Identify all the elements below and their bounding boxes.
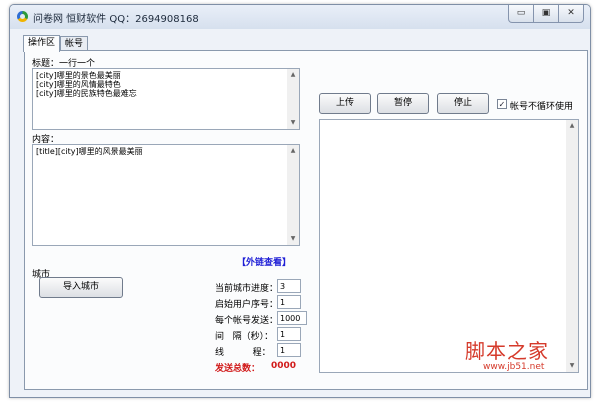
- field-label-interval: 间 隔（秒）：: [215, 332, 274, 342]
- scroll-up-icon[interactable]: ▲: [566, 120, 578, 132]
- total-sent-value: 0000: [271, 361, 297, 371]
- tab-accounts[interactable]: 帐号: [60, 36, 89, 51]
- per-account-field[interactable]: 1000: [277, 311, 307, 325]
- scroll-down-icon[interactable]: ▼: [566, 360, 578, 372]
- content-scrollbar[interactable]: ▲ ▼: [287, 145, 299, 245]
- field-label-progress: 当前城市进度：: [215, 284, 279, 294]
- content-textarea-text: [title][city]哪里的风景最美丽: [36, 147, 143, 156]
- external-link[interactable]: 【外链查看】: [237, 255, 291, 268]
- window-title: 问卷网 恒财软件 QQ：2694908168: [33, 14, 199, 25]
- title-textarea[interactable]: [city]哪里的景色最美丽 [city]哪里的风情最特色 [city]哪里的民…: [32, 68, 300, 130]
- field-label-start-user: 启始用户序号：: [215, 300, 279, 310]
- import-city-button[interactable]: 导入城市: [39, 277, 123, 298]
- tab-operation[interactable]: 操作区: [23, 35, 61, 52]
- restore-button[interactable]: ▣: [533, 5, 559, 23]
- title-bar[interactable]: 问卷网 恒财软件 QQ：2694908168 ▭ ▣ ✕: [10, 5, 590, 29]
- no-loop-label: 帐号不循环使用: [510, 102, 574, 112]
- scroll-up-icon[interactable]: ▲: [287, 69, 299, 81]
- watermark-url: www.jb51.net: [483, 362, 545, 372]
- scroll-down-icon[interactable]: ▼: [287, 233, 299, 245]
- content-textarea[interactable]: [title][city]哪里的风景最美丽 ▲ ▼: [32, 144, 300, 246]
- title-textarea-text: [city]哪里的景色最美丽 [city]哪里的风情最特色 [city]哪里的民…: [36, 71, 137, 98]
- pause-button[interactable]: 暂停: [377, 93, 429, 114]
- check-mark-icon: ✓: [498, 100, 506, 109]
- title-scrollbar[interactable]: ▲ ▼: [287, 69, 299, 129]
- upload-button[interactable]: 上传: [319, 93, 371, 114]
- scroll-down-icon[interactable]: ▼: [287, 117, 299, 129]
- scroll-up-icon[interactable]: ▲: [287, 145, 299, 157]
- minimize-button[interactable]: ▭: [508, 5, 534, 23]
- progress-field[interactable]: 3: [277, 279, 301, 293]
- window-controls: ▭ ▣ ✕: [508, 5, 584, 23]
- stop-button[interactable]: 停止: [437, 93, 489, 114]
- close-button[interactable]: ✕: [558, 5, 584, 23]
- app-logo-icon: [17, 11, 28, 22]
- total-sent-label: 发送总数：: [215, 364, 261, 374]
- no-loop-checkbox[interactable]: ✓: [497, 99, 507, 109]
- watermark-main: 脚本之家: [465, 339, 549, 363]
- start-user-field[interactable]: 1: [277, 295, 301, 309]
- interval-field[interactable]: 1: [277, 327, 301, 341]
- field-label-threads: 线 程：: [215, 348, 271, 358]
- log-scrollbar[interactable]: ▲ ▼: [566, 120, 578, 372]
- field-label-per-account: 每个帐号发送：: [215, 316, 279, 326]
- threads-field[interactable]: 1: [277, 343, 301, 357]
